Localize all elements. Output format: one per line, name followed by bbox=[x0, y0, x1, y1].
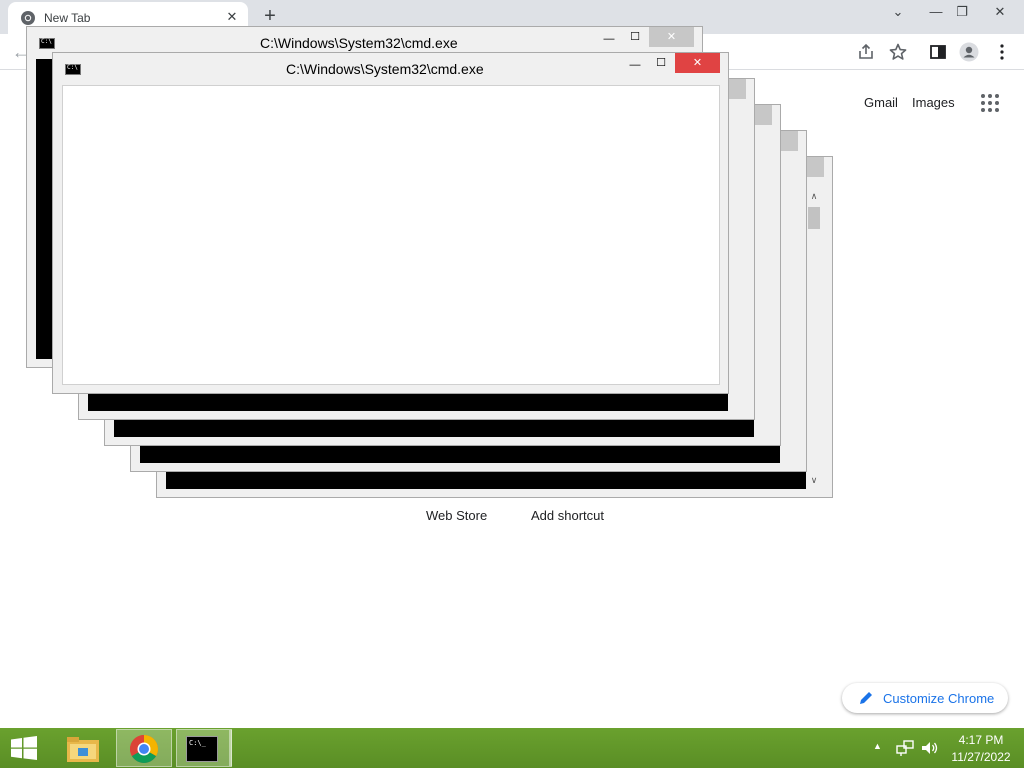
taskbar-file-explorer[interactable] bbox=[56, 729, 112, 767]
volume-icon[interactable] bbox=[920, 740, 940, 756]
svg-text:C:\_: C:\_ bbox=[189, 739, 207, 747]
chrome-menu-icon[interactable] bbox=[992, 42, 1012, 62]
shortcut-web-store[interactable]: Web Store bbox=[426, 508, 487, 523]
cmd-app-icon bbox=[65, 64, 81, 75]
folder-icon bbox=[67, 737, 99, 762]
cmd-close-button[interactable]: ✕ bbox=[675, 53, 720, 73]
desktop: New Tab ✕ + ⌄ — ❐ ✕ ← Gmail Images Web S… bbox=[0, 0, 1024, 768]
taskbar-clock-date[interactable]: 11/27/2022 bbox=[946, 750, 1016, 764]
scroll-up-icon[interactable]: ∧ bbox=[806, 191, 822, 202]
google-apps-icon[interactable] bbox=[981, 94, 999, 112]
tab-close-icon[interactable]: ✕ bbox=[224, 9, 240, 25]
images-link[interactable]: Images bbox=[912, 95, 955, 110]
taskbar-clock-time[interactable]: 4:17 PM bbox=[950, 733, 1012, 747]
cmd-window-active[interactable]: C:\Windows\System32\cmd.exe — ☐ ✕ bbox=[52, 52, 729, 394]
gmail-link[interactable]: Gmail bbox=[864, 95, 898, 110]
taskbar-cmd[interactable]: C:\_ bbox=[176, 729, 232, 767]
scroll-down-icon[interactable]: ∨ bbox=[806, 475, 822, 486]
cmd-window-title: C:\Windows\System32\cmd.exe bbox=[286, 61, 484, 77]
taskbar-stack-indicator bbox=[229, 730, 232, 766]
chrome-restore-button[interactable]: ❐ bbox=[946, 2, 978, 22]
new-tab-button[interactable]: + bbox=[259, 5, 281, 27]
chrome-close-button[interactable]: ✕ bbox=[984, 2, 1016, 22]
tray-overflow-chevron-icon[interactable]: ▲ bbox=[873, 741, 882, 751]
pencil-icon bbox=[860, 692, 872, 704]
chrome-icon bbox=[130, 735, 158, 763]
shortcut-add-shortcut[interactable]: Add shortcut bbox=[531, 508, 604, 523]
bookmark-star-icon[interactable] bbox=[888, 42, 908, 62]
cmd-scrollbar[interactable]: ∧ ∨ bbox=[806, 189, 822, 489]
chrome-favicon-icon bbox=[21, 11, 35, 25]
customize-chrome-button[interactable]: Customize Chrome bbox=[842, 683, 1008, 713]
cmd-minimize-button[interactable]: — bbox=[623, 55, 647, 75]
share-icon[interactable] bbox=[856, 42, 876, 62]
cmd-console-area[interactable] bbox=[62, 85, 720, 385]
cmd-app-icon bbox=[39, 38, 55, 49]
cmd-window-title: C:\Windows\System32\cmd.exe bbox=[260, 35, 458, 51]
cmd-maximize-button[interactable]: ☐ bbox=[623, 27, 647, 47]
cmd-minimize-button[interactable]: — bbox=[597, 29, 621, 49]
taskbar: C:\_ ▲ 4:17 PM 11/27/2022 bbox=[0, 728, 1024, 768]
network-icon[interactable] bbox=[896, 740, 914, 756]
taskbar-chrome[interactable] bbox=[116, 729, 172, 767]
cmd-taskbar-icon: C:\_ bbox=[186, 736, 218, 762]
cmd-maximize-button[interactable]: ☐ bbox=[649, 53, 673, 73]
side-panel-icon[interactable] bbox=[928, 42, 948, 62]
tab-search-chevron-icon[interactable]: ⌄ bbox=[882, 2, 914, 22]
scroll-thumb[interactable] bbox=[808, 207, 820, 229]
tab-title: New Tab bbox=[44, 11, 91, 25]
profile-avatar-icon[interactable] bbox=[959, 42, 979, 62]
customize-chrome-label: Customize Chrome bbox=[883, 691, 995, 706]
windows-start-icon[interactable] bbox=[10, 736, 38, 760]
cmd-close-button[interactable]: ✕ bbox=[649, 27, 694, 47]
